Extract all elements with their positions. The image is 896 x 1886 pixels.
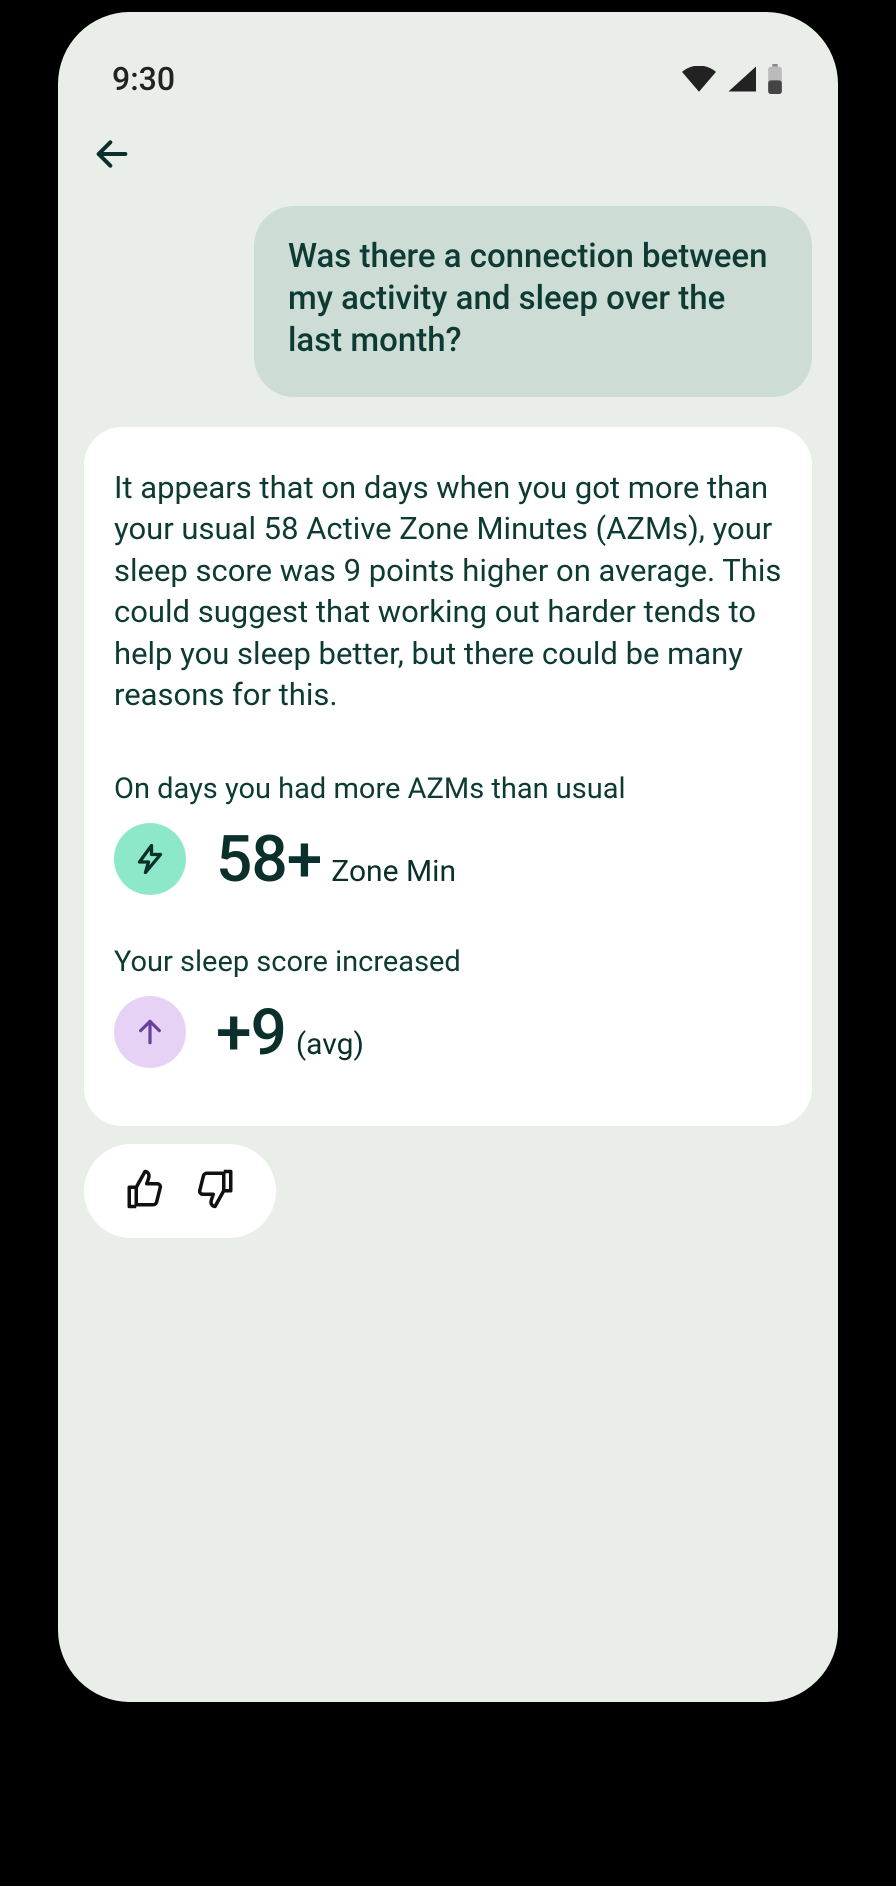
back-button[interactable] [58,98,838,206]
azm-value-group: 58+ Zone Min [216,822,456,897]
cellular-icon [726,66,756,92]
thumbs-down-button[interactable] [194,1168,236,1214]
user-message-text: Was there a connection between my activi… [288,237,767,360]
assistant-message: It appears that on days when you got mor… [84,427,812,1126]
phone-frame: 9:30 Was there a connection between my a… [58,12,838,1702]
status-bar: 9:30 [58,12,838,98]
azm-stat: 58+ Zone Min [114,822,782,897]
sleep-value: +9 [216,995,286,1070]
azm-suffix: Zone Min [331,854,456,889]
azm-icon-circle [114,823,186,895]
wifi-icon [682,66,716,92]
sleep-icon-circle [114,996,186,1068]
thumbs-up-button[interactable] [124,1168,166,1214]
sleep-stat: +9 (avg) [114,995,782,1070]
status-icons [682,64,784,94]
azm-caption: On days you had more AZMs than usual [114,772,782,806]
feedback-pill [84,1144,276,1238]
lightning-arrow-icon [132,841,168,877]
sleep-suffix: (avg) [296,1027,364,1062]
battery-icon [766,64,784,94]
user-message: Was there a connection between my activi… [254,206,812,397]
thumbs-down-icon [194,1168,236,1210]
thumbs-up-icon [124,1168,166,1210]
status-time: 9:30 [112,60,175,98]
arrow-up-icon [134,1016,166,1048]
azm-value: 58+ [216,822,321,897]
assistant-message-text: It appears that on days when you got mor… [114,467,782,716]
sleep-value-group: +9 (avg) [216,995,364,1070]
chat-content: Was there a connection between my activi… [58,206,838,1238]
sleep-caption: Your sleep score increased [114,945,782,979]
arrow-left-icon [92,134,132,174]
